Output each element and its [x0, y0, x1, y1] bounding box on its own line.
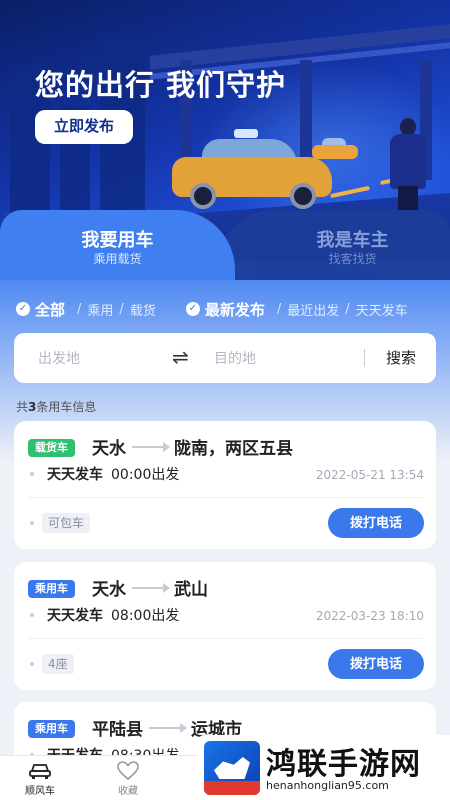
origin-input[interactable]: 出发地	[38, 348, 80, 368]
watermark-title: 鸿联手游网	[266, 747, 421, 782]
sort-daily[interactable]: 天天发车	[356, 300, 408, 319]
arrow-right-icon	[132, 582, 170, 593]
listing-card[interactable]: 乘用车 天水 武山 天天发车 08:00出发 2022-03-23 18:10 4…	[14, 562, 436, 690]
search-button[interactable]: 搜索	[386, 347, 416, 368]
bullet-dot	[30, 472, 34, 476]
site-watermark: 鸿联手游网 henanhonglian95.com	[198, 735, 450, 800]
bullet-dot	[30, 521, 34, 525]
schedule: 天天发车 00:00出发	[47, 464, 179, 484]
filter-cargo[interactable]: 载货	[130, 300, 156, 319]
divider	[28, 497, 422, 498]
check-icon: ✓	[185, 302, 200, 316]
heart-icon	[98, 760, 158, 782]
sort-departure[interactable]: 最近出发	[287, 300, 339, 319]
watermark-url: henanhonglian95.com	[266, 779, 389, 792]
vehicle-type-badge: 载货车	[28, 439, 75, 457]
tab-need-car[interactable]: 我要用车 乘用载货	[0, 210, 235, 280]
post-date: 2022-03-23 18:10	[315, 609, 424, 623]
site-logo-icon	[204, 741, 260, 795]
bullet-dot	[30, 613, 34, 617]
route: 天水 武山	[92, 575, 208, 600]
arrow-right-icon	[132, 441, 170, 452]
swap-icon[interactable]: ⇌	[172, 345, 189, 369]
taxi-illustration	[172, 129, 332, 209]
nav-favorites[interactable]: 收藏	[98, 760, 158, 797]
route-to: 陇南，两区五县	[174, 439, 293, 459]
route-to: 武山	[174, 580, 208, 600]
post-date: 2022-05-21 13:54	[315, 468, 424, 482]
divider	[28, 638, 422, 639]
arrow-right-icon	[149, 722, 187, 733]
filter-all[interactable]: 全部	[35, 299, 65, 320]
frequency: 天天发车	[47, 608, 103, 624]
vehicle-type-badge: 乘用车	[28, 720, 75, 738]
separator: /	[276, 301, 282, 317]
count-prefix: 共	[16, 400, 29, 414]
hero-title: 您的出行 我们守护	[35, 68, 287, 102]
frequency: 天天发车	[47, 467, 103, 483]
route-from: 天水	[92, 439, 126, 459]
sort-latest[interactable]: 最新发布	[205, 299, 265, 320]
separator: /	[345, 301, 350, 317]
route-from: 天水	[92, 580, 126, 600]
depart-time: 08:00出发	[111, 608, 180, 624]
separator: /	[77, 301, 82, 317]
nav-label: 顺风车	[25, 786, 55, 797]
result-count: 共3条用车信息	[16, 398, 96, 415]
separator: /	[119, 301, 124, 317]
schedule: 天天发车 08:00出发	[47, 605, 179, 625]
tab-subtitle: 乘用载货	[93, 252, 142, 266]
filter-passenger[interactable]: 乘用	[87, 300, 113, 319]
listing-tag: 4座	[42, 654, 74, 674]
publish-now-button[interactable]: 立即发布	[35, 110, 133, 144]
car-icon	[10, 760, 70, 782]
divider	[364, 349, 365, 367]
tab-car-owner[interactable]: 我是车主 找客找货	[215, 210, 450, 280]
bullet-dot	[30, 662, 34, 666]
filter-row: ✓ 全部 / 乘用 / 载货 ✓ 最新发布 / 最近出发 / 天天发车	[16, 298, 408, 320]
listing-card[interactable]: 载货车 天水 陇南，两区五县 天天发车 00:00出发 2022-05-21 13…	[14, 421, 436, 549]
count-suffix: 条用车信息	[36, 400, 97, 414]
call-button[interactable]: 拨打电话	[328, 508, 424, 538]
nav-rideshare[interactable]: 顺风车	[10, 760, 70, 797]
depart-time: 00:00出发	[111, 467, 180, 483]
role-tabs: 我是车主 找客找货 我要用车 乘用载货	[0, 210, 450, 280]
tab-title: 我要用车	[81, 230, 154, 251]
call-button[interactable]: 拨打电话	[328, 649, 424, 679]
route-from: 平陆县	[92, 720, 143, 740]
vehicle-type-badge: 乘用车	[28, 580, 75, 598]
route: 天水 陇南，两区五县	[92, 434, 293, 459]
tab-subtitle: 找客找货	[328, 252, 377, 266]
check-icon: ✓	[16, 302, 30, 316]
tab-title: 我是车主	[316, 230, 389, 251]
nav-label: 收藏	[118, 786, 138, 797]
destination-input[interactable]: 目的地	[214, 348, 256, 368]
search-bar: 出发地 ⇌ 目的地 搜索	[14, 333, 436, 383]
listing-tag: 可包车	[42, 513, 91, 533]
